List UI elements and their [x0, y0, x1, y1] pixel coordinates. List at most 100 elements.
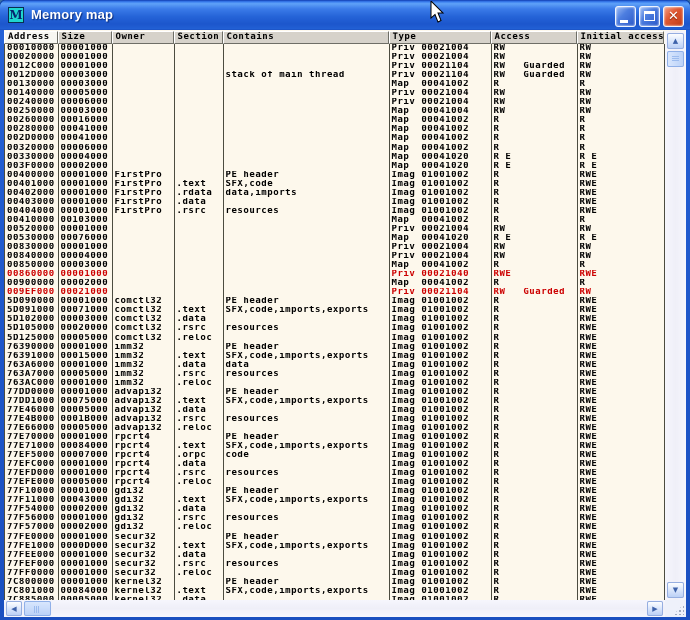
table-row[interactable]: 77E4600000005000advapi32.dataImag 010010… [5, 406, 665, 415]
table-row[interactable]: 0084000000004000Priv 00021004RWRW [5, 252, 665, 261]
title-bar[interactable]: M Memory map ✕ [0, 0, 690, 30]
table-row[interactable]: 009EF00000021000Priv 00021104RW GuardedR… [5, 288, 665, 297]
table-row[interactable]: 003F000000002000Map 00041020R ER E [5, 162, 665, 171]
table-row[interactable]: 763A700000005000imm32.rsrcresourcesImag … [5, 370, 665, 379]
table-row[interactable]: 0053000000076000Map 00041020R ER E [5, 234, 665, 243]
table-row[interactable]: 5D09000000001000comctl32PE headerImag 01… [5, 297, 665, 306]
table-row[interactable]: 0040000000001000FirstProPE headerImag 01… [5, 171, 665, 180]
table-row[interactable]: 7C80100000084000kernel32.textSFX,code,im… [5, 587, 665, 596]
table-row[interactable]: 77DD100000075000advapi32.textSFX,code,im… [5, 397, 665, 406]
table-row[interactable]: 5D10200000003000comctl32.dataImag 010010… [5, 315, 665, 324]
cell-size: 00005000 [59, 370, 113, 379]
scroll-left-button[interactable]: ◀ [6, 601, 22, 616]
table-row[interactable]: 0013000000003000Map 00041002RR [5, 80, 665, 89]
table-row[interactable]: 77E4B0000001B000advapi32.rsrcresourcesIm… [5, 415, 665, 424]
table-row[interactable]: 0032000000006000Map 00041002RR [5, 144, 665, 153]
table-row[interactable]: 77EFD00000001000rpcrt4.rsrcresourcesImag… [5, 469, 665, 478]
cell-size: 00001000 [59, 53, 113, 62]
table-row[interactable]: 7639000000001000imm32PE headerImag 01001… [5, 343, 665, 352]
table-row[interactable]: 0052000000001000Priv 00021004RWRW [5, 225, 665, 234]
column-header-section[interactable]: Section [174, 31, 223, 44]
cell-address: 00900000 [5, 279, 59, 288]
table-row[interactable]: 0012C00000001000Priv 00021104RW GuardedR… [5, 62, 665, 71]
table-row[interactable]: 77F5400000002000gdi32.dataImag 01001002R… [5, 505, 665, 514]
table-row[interactable]: 0002000000001000Priv 00021004RWRW [5, 53, 665, 62]
table-row[interactable]: 77F1100000043000gdi32.textSFX,code,impor… [5, 496, 665, 505]
table-row[interactable]: 0090000000002000Map 00041002RR [5, 279, 665, 288]
cell-access: R [492, 578, 578, 587]
table-row[interactable]: 0040400000001000FirstPro.rsrcresourcesIm… [5, 207, 665, 216]
cell-owner: kernel32 [113, 587, 175, 596]
cell-contains: SFX,code,imports,exports [224, 352, 390, 361]
vertical-scrollbar[interactable]: ▲ ▼ [665, 31, 686, 600]
table-row[interactable]: 763A600000001000imm32.datadataImag 01001… [5, 361, 665, 370]
table-row[interactable]: 0041000000103000Map 00041002RR [5, 216, 665, 225]
table-row[interactable]: 0026000000016000Map 00041002RR [5, 116, 665, 125]
table-row[interactable]: 77EFC00000001000rpcrt4.dataImag 01001002… [5, 460, 665, 469]
cell-owner [113, 98, 175, 107]
cell-section: .text [175, 352, 224, 361]
table-row[interactable]: 77FEF00000001000secur32.rsrcresourcesIma… [5, 560, 665, 569]
maximize-button[interactable] [639, 6, 660, 27]
minimize-button[interactable] [615, 6, 636, 27]
table-row[interactable]: 5D10500000020000comctl32.rsrcresourcesIm… [5, 324, 665, 333]
table-row[interactable]: 0014000000005000Priv 00021004RWRW [5, 89, 665, 98]
horizontal-scrollbar[interactable]: ◀ ▶ [4, 600, 665, 617]
table-row[interactable]: 0085000000003000Map 00041002RR [5, 261, 665, 270]
resize-grip-icon[interactable] [673, 604, 684, 615]
cell-owner: FirstPro [113, 171, 175, 180]
table-row[interactable]: 77FE000000001000secur32PE headerImag 010… [5, 533, 665, 542]
column-header-initial-access[interactable]: Initial access [577, 31, 665, 44]
column-header-access[interactable]: Access [491, 31, 577, 44]
table-row[interactable]: 77EFE00000005000rpcrt4.relocImag 0100100… [5, 478, 665, 487]
table-row[interactable]: 77EF500000007000rpcrt4.orpccodeImag 0100… [5, 451, 665, 460]
close-button[interactable]: ✕ [663, 6, 684, 27]
cell-section: .rsrc [175, 324, 224, 333]
table-row[interactable]: 77E7100000084000rpcrt4.textSFX,code,impo… [5, 442, 665, 451]
table-row[interactable]: 0040300000001000FirstPro.dataImag 010010… [5, 198, 665, 207]
table-row[interactable]: 0001000000001000Priv 00021004RWRW [5, 44, 665, 53]
column-header-owner[interactable]: Owner [112, 31, 174, 44]
cell-contains [224, 424, 390, 433]
table-row[interactable]: 77E7000000001000rpcrt4PE headerImag 0100… [5, 433, 665, 442]
column-header-address[interactable]: Address [4, 31, 58, 44]
table-row[interactable]: 0024000000006000Priv 00021004RWRW [5, 98, 665, 107]
cell-section: .reloc [175, 478, 224, 487]
horizontal-scroll-thumb[interactable] [24, 601, 51, 616]
column-header-type[interactable]: Type [389, 31, 491, 44]
table-row[interactable]: 0012D00000003000stack of main threadPriv… [5, 71, 665, 80]
table-row[interactable]: 77FE10000000D000secur32.textSFX,code,imp… [5, 542, 665, 551]
table-row[interactable]: 77E6600000005000advapi32.relocImag 01001… [5, 424, 665, 433]
table-row[interactable]: 5D12500000005000comctl32.relocImag 01001… [5, 334, 665, 343]
table-row[interactable]: 77F5600000001000gdi32.rsrcresourcesImag … [5, 514, 665, 523]
table-row[interactable]: 77FF000000001000secur32.relocImag 010010… [5, 569, 665, 578]
scroll-up-button[interactable]: ▲ [667, 33, 684, 49]
scroll-right-button[interactable]: ▶ [647, 601, 663, 616]
table-row[interactable]: 77F5700000002000gdi32.relocImag 01001002… [5, 523, 665, 532]
table-row[interactable]: 0083000000001000Priv 00021004RWRW [5, 243, 665, 252]
cell-contains: PE header [224, 433, 390, 442]
column-header-contains[interactable]: Contains [223, 31, 389, 44]
cell-address: 5D090000 [5, 297, 59, 306]
table-row[interactable]: 0040200000001000FirstPro.rdatadata,impor… [5, 189, 665, 198]
table-row[interactable]: 002D000000041000Map 00041002RR [5, 134, 665, 143]
table-row[interactable]: 77F1000000001000gdi32PE headerImag 01001… [5, 487, 665, 496]
table-row[interactable]: 77DD000000001000advapi32PE headerImag 01… [5, 388, 665, 397]
cell-address: 76390000 [5, 343, 59, 352]
table-row[interactable]: 0033000000004000Map 00041020R ER E [5, 153, 665, 162]
column-header-size[interactable]: Size [58, 31, 112, 44]
table-body[interactable]: 0001000000001000Priv 00021004RWRW0002000… [4, 44, 665, 600]
table-row[interactable]: 77FEE00000001000secur32.dataImag 0100100… [5, 551, 665, 560]
table-row[interactable]: 0025000000003000Map 00041004RWRW [5, 107, 665, 116]
table-row[interactable]: 0086000000001000Priv 00021040RWERWE [5, 270, 665, 279]
table-row[interactable]: 7639100000015000imm32.textSFX,code,impor… [5, 352, 665, 361]
table-row[interactable]: 0028000000041000Map 00041002RR [5, 125, 665, 134]
scroll-down-button[interactable]: ▼ [667, 582, 684, 598]
cell-type: Imag 01001002 [390, 569, 492, 578]
vertical-scroll-thumb[interactable] [667, 51, 684, 67]
table-row[interactable]: 763AC00000001000imm32.relocImag 01001002… [5, 379, 665, 388]
table-row[interactable]: 0040100000001000FirstPro.textSFX,codeIma… [5, 180, 665, 189]
table-row[interactable]: 5D09100000071000comctl32.textSFX,code,im… [5, 306, 665, 315]
table-row[interactable]: 7C80000000001000kernel32PE headerImag 01… [5, 578, 665, 587]
cell-size: 00001000 [59, 460, 113, 469]
